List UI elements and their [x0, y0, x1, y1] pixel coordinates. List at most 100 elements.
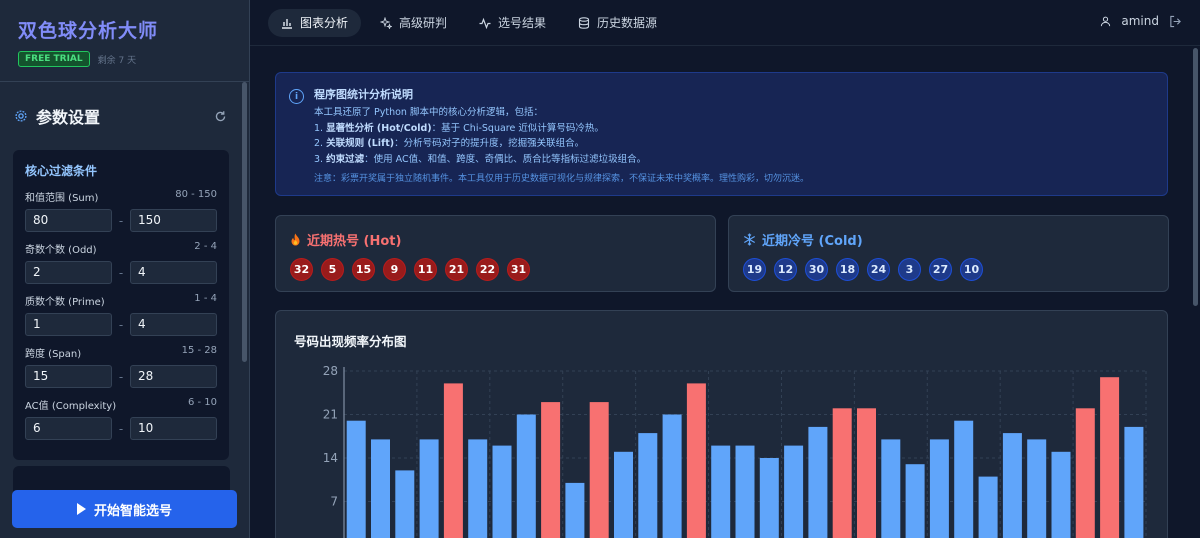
chart-bar[interactable] [1124, 426, 1144, 538]
chart-bar[interactable] [808, 426, 828, 538]
tab-label: 图表分析 [300, 16, 349, 30]
cold-ball: 3 [898, 258, 921, 281]
activity-icon [479, 17, 491, 29]
cold-ball: 24 [867, 258, 890, 281]
tab-history[interactable]: 历史数据源 [565, 9, 670, 37]
top-nav: 图表分析 高级研判 选号结果 历史数据源 amind [250, 0, 1200, 46]
chart-bar[interactable] [881, 439, 901, 538]
main-scrollbar[interactable] [1193, 48, 1198, 306]
chart-bar[interactable] [1027, 439, 1047, 538]
chart-bar[interactable] [443, 383, 463, 538]
sum-min-input[interactable]: 80 [25, 209, 112, 232]
ac-min-input[interactable]: 6 [25, 417, 112, 440]
sidebar-scrollbar[interactable] [242, 82, 247, 362]
item-num: 3. [314, 153, 324, 165]
chart-bar[interactable] [978, 476, 998, 538]
cold-ball: 18 [836, 258, 859, 281]
item-bold: 显著性分析 (Hot/Cold) [326, 122, 432, 134]
chart-bar[interactable] [735, 445, 755, 538]
chart-bar[interactable] [954, 420, 974, 538]
start-button-label: 开始智能选号 [93, 503, 172, 519]
filter-prime: 质数个数 (Prime) 1 - 4 1-4 [25, 293, 217, 336]
prime-max-input[interactable]: 4 [130, 313, 217, 336]
ac-max-input[interactable]: 10 [130, 417, 217, 440]
play-icon [76, 503, 86, 515]
hot-ball: 5 [321, 258, 344, 281]
range-dash: - [118, 317, 124, 332]
brand: 双色球分析大师 FREE TRIAL 剩余 7 天 [0, 0, 249, 67]
trial-remaining: 剩余 7 天 [97, 55, 137, 66]
hot-ball: 32 [290, 258, 313, 281]
chart-bar[interactable] [516, 414, 536, 538]
cold-ball: 27 [929, 258, 952, 281]
span-max-input[interactable]: 28 [130, 365, 217, 388]
info-item: 3. 约束过滤：使用 AC值、和值、跨度、奇偶比、质合比等指标过滤垃圾组合。 [314, 152, 1153, 168]
filter-odd: 奇数个数 (Odd) 2 - 4 2-4 [25, 241, 217, 284]
filter-span: 跨度 (Span) 15 - 28 15-28 [25, 345, 217, 388]
chart-bar[interactable] [662, 414, 682, 538]
params-header: 参数设置 [0, 82, 249, 128]
params-title: 参数设置 [36, 108, 101, 127]
odd-min-input[interactable]: 2 [25, 261, 112, 284]
filter-title: 核心过滤条件 [25, 164, 98, 178]
hot-ball: 31 [507, 258, 530, 281]
chart-bar[interactable] [419, 439, 439, 538]
filter-ac: AC值 (Complexity) 6 - 10 6-10 [25, 397, 217, 440]
chart-bar[interactable] [468, 439, 488, 538]
chart-bar[interactable] [1075, 408, 1095, 538]
hot-title: 近期热号 (Hot) [290, 230, 701, 249]
chart-bar[interactable] [395, 470, 415, 538]
item-bold: 约束过滤 [326, 153, 365, 165]
chart-bar[interactable] [905, 464, 925, 538]
trial-row: FREE TRIAL 剩余 7 天 [18, 51, 231, 67]
cold-title: 近期冷号 (Cold) [743, 230, 1154, 249]
item-bold: 关联规则 (Lift) [326, 138, 395, 149]
y-tick-label: 14 [323, 451, 338, 465]
chart-bar[interactable] [541, 402, 561, 538]
sidebar: 双色球分析大师 FREE TRIAL 剩余 7 天 参数设置 核心过滤条件 和值… [0, 0, 250, 538]
info-panel: i 程序图统计分析说明 本工具还原了 Python 脚本中的核心分析逻辑，包括：… [275, 72, 1168, 196]
chart-bar[interactable] [832, 408, 852, 538]
chart-bar[interactable] [589, 402, 609, 538]
prime-min-input[interactable]: 1 [25, 313, 112, 336]
chart-bar[interactable] [638, 433, 658, 538]
gear-icon [15, 110, 27, 122]
tab-label: 高级研判 [399, 16, 448, 30]
filter-range: 6 - 10 [187, 397, 217, 408]
odd-max-input[interactable]: 4 [130, 261, 217, 284]
tab-label: 选号结果 [498, 16, 547, 30]
chart-bar[interactable] [857, 408, 876, 538]
tab-advanced[interactable]: 高级研判 [367, 9, 460, 37]
span-min-input[interactable]: 15 [25, 365, 112, 388]
chart-bar[interactable] [1051, 451, 1071, 538]
frequency-bar-chart: 7 14 21 28 [323, 364, 1147, 538]
info-icon: i [289, 89, 304, 104]
sum-max-input[interactable]: 150 [130, 209, 217, 232]
chart-bar[interactable] [346, 420, 366, 538]
chart-bar[interactable] [1002, 433, 1022, 538]
logout-icon[interactable] [1169, 15, 1182, 28]
chart-bar[interactable] [784, 445, 804, 538]
start-selection-button[interactable]: 开始智能选号 [12, 490, 237, 528]
chart-bar[interactable] [686, 383, 706, 538]
chart-bar[interactable] [929, 439, 949, 538]
chart-bar[interactable] [492, 445, 512, 538]
y-tick-label: 21 [323, 408, 338, 422]
filter-card: 核心过滤条件 和值范围 (Sum) 80 - 150 80-150 奇数个数 (O… [13, 150, 229, 460]
chart-bar[interactable] [371, 439, 390, 538]
refresh-icon[interactable] [214, 110, 227, 123]
chart-bar[interactable] [759, 458, 779, 538]
cold-title-text: 近期冷号 (Cold) [762, 234, 863, 249]
item-num: 1. [314, 122, 324, 134]
chart-bar[interactable] [711, 445, 731, 538]
hot-numbers-card: 近期热号 (Hot) 32 5 15 9 11 21 22 31 [275, 215, 716, 292]
info-title: 程序图统计分析说明 [314, 88, 413, 101]
chart-bar[interactable] [1100, 377, 1120, 538]
tab-results[interactable]: 选号结果 [466, 9, 559, 37]
chart-bar[interactable] [614, 451, 633, 538]
tab-chart-analysis[interactable]: 图表分析 [268, 8, 362, 37]
sparkles-icon [380, 16, 393, 29]
trial-badge: FREE TRIAL [18, 51, 90, 67]
y-tick-label: 7 [330, 495, 338, 509]
chart-bar[interactable] [565, 482, 585, 538]
